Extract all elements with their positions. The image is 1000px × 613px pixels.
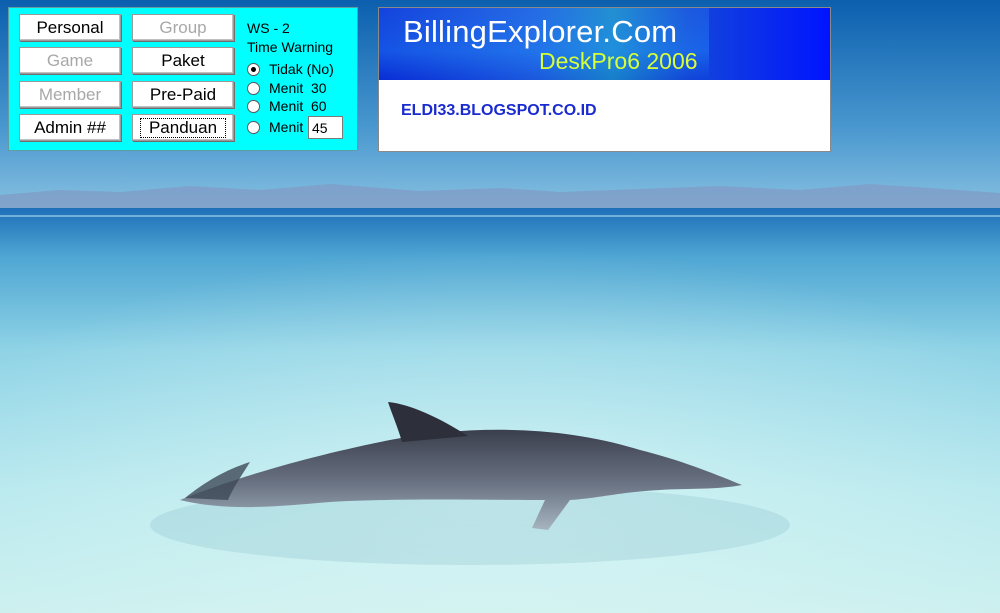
- paket-button[interactable]: Paket: [132, 47, 234, 74]
- admin-button[interactable]: Admin ##: [19, 114, 121, 141]
- info-banner: BillingExplorer.Com DeskPro6 2006 ELDI33…: [378, 7, 831, 152]
- radio-menit-60-label: Menit 60: [269, 98, 327, 114]
- billing-control-panel: Personal Group Game Paket Member Pre-Pai…: [8, 7, 358, 151]
- banner-title: BillingExplorer.Com: [403, 14, 678, 49]
- panduan-button-label: Panduan: [139, 118, 227, 138]
- personal-button[interactable]: Personal: [19, 14, 121, 41]
- banner-url-link[interactable]: ELDI33.BLOGSPOT.CO.ID: [401, 102, 597, 120]
- radio-tidak-label: Tidak (No): [269, 61, 334, 77]
- radio-menit-30-label: Menit 30: [269, 80, 327, 96]
- pre-paid-button[interactable]: Pre-Paid: [132, 81, 234, 108]
- banner-header: BillingExplorer.Com DeskPro6 2006: [379, 8, 830, 80]
- game-button: Game: [19, 47, 121, 74]
- admin-button-label: Admin ##: [34, 118, 106, 137]
- radio-menit-custom-label: Menit: [269, 119, 304, 135]
- group-button-label: Group: [159, 18, 207, 37]
- radio-menit-custom[interactable]: Menit: [247, 118, 303, 136]
- group-button: Group: [132, 14, 234, 41]
- radio-menit-30-indicator[interactable]: [247, 81, 260, 95]
- paket-button-label: Paket: [161, 51, 205, 70]
- personal-button-label: Personal: [36, 18, 104, 37]
- custom-minutes-input[interactable]: [308, 116, 343, 139]
- radio-menit-60-indicator[interactable]: [247, 99, 260, 113]
- radio-tidak-indicator[interactable]: [247, 62, 260, 76]
- workstation-label: WS - 2: [247, 20, 290, 36]
- radio-menit-60[interactable]: Menit 60: [247, 97, 327, 115]
- radio-menit-custom-indicator[interactable]: [247, 120, 260, 134]
- game-button-label: Game: [46, 51, 94, 70]
- radio-menit-30[interactable]: Menit 30: [247, 79, 327, 97]
- banner-subtitle: DeskPro6 2006: [539, 48, 698, 74]
- pre-paid-button-label: Pre-Paid: [149, 85, 217, 104]
- member-button: Member: [19, 81, 121, 108]
- panduan-button[interactable]: Panduan: [132, 114, 234, 141]
- member-button-label: Member: [38, 85, 102, 104]
- radio-tidak[interactable]: Tidak (No): [247, 60, 334, 78]
- time-warning-label: Time Warning: [247, 39, 334, 55]
